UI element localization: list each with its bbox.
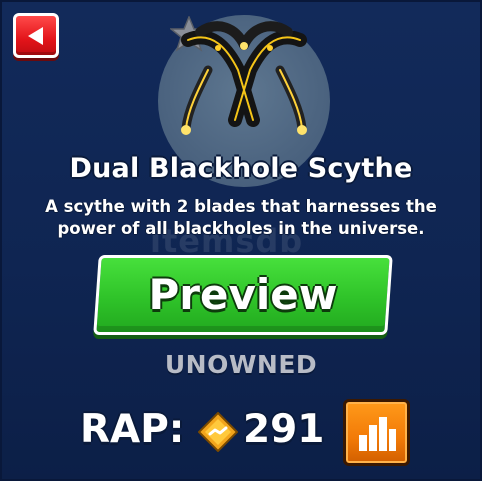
value-chart-button[interactable] — [343, 399, 410, 466]
ownership-status: UNOWNED — [164, 350, 318, 379]
diamond-coin-icon — [198, 412, 238, 452]
bar-chart-icon — [359, 417, 396, 451]
item-description: A scythe with 2 blades that harnesses th… — [45, 197, 437, 238]
back-arrow-icon — [28, 27, 43, 45]
item-name: Dual Blackhole Scythe — [69, 153, 413, 184]
preview-button-label: Preview — [148, 270, 338, 319]
rap-label: RAP: — [80, 407, 185, 452]
preview-button[interactable]: Preview — [93, 255, 393, 335]
rap-value: 291 — [243, 407, 325, 452]
back-button[interactable] — [13, 13, 59, 58]
scythe-image — [181, 21, 307, 135]
